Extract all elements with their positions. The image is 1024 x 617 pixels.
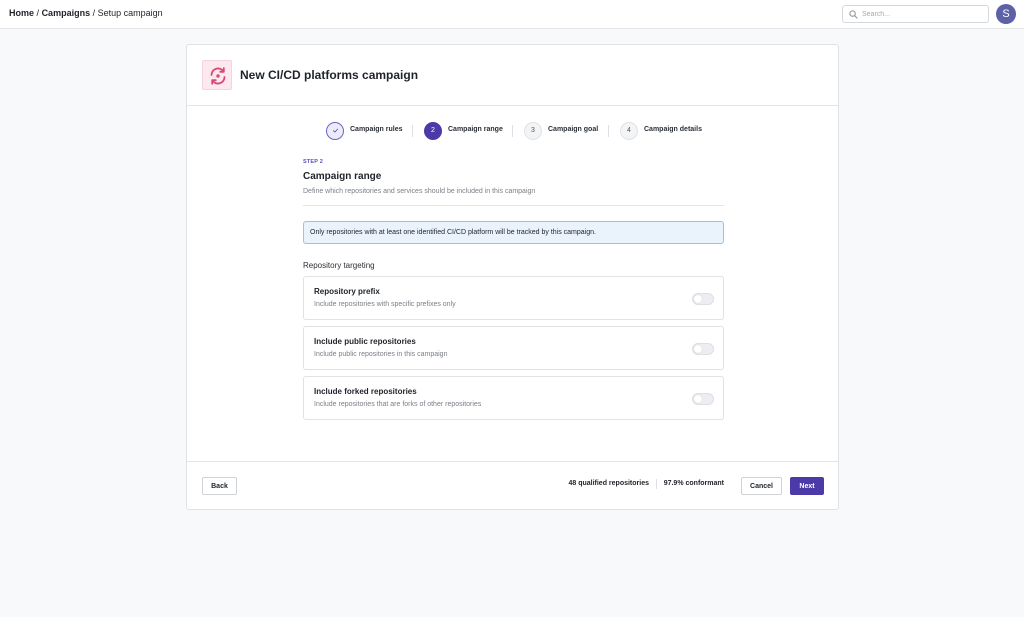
toggle-knob <box>694 295 702 303</box>
step-indicator <box>326 122 344 140</box>
repository-prefix-toggle[interactable] <box>692 293 714 305</box>
option-public-repositories: Include public repositories Include publ… <box>303 326 724 370</box>
cancel-button[interactable]: Cancel <box>741 477 782 495</box>
step-label: Campaign goal <box>548 126 599 133</box>
search-icon <box>849 10 858 19</box>
toggle-knob <box>694 395 702 403</box>
breadcrumb-campaigns[interactable]: Campaigns <box>42 8 91 18</box>
step-separator <box>512 125 513 137</box>
option-title: Include public repositories <box>314 337 416 346</box>
search-input[interactable] <box>862 7 982 21</box>
option-title: Include forked repositories <box>314 387 417 396</box>
step-indicator: 3 <box>524 122 542 140</box>
option-description: Include repositories that are forks of o… <box>314 401 482 408</box>
breadcrumb-home[interactable]: Home <box>9 8 34 18</box>
campaign-logo <box>202 60 232 90</box>
divider <box>303 205 724 206</box>
step-label: Campaign details <box>644 126 702 133</box>
breadcrumb-current: Setup campaign <box>97 8 163 18</box>
step-indicator: 4 <box>620 122 638 140</box>
breadcrumb: Home / Campaigns / Setup campaign <box>9 8 163 18</box>
next-button[interactable]: Next <box>790 477 824 495</box>
option-description: Include repositories with specific prefi… <box>314 301 456 308</box>
page-title: New CI/CD platforms campaign <box>240 68 419 82</box>
info-banner-text: Only repositories with at least one iden… <box>310 229 596 236</box>
campaign-card: New CI/CD platforms campaign Campaign ru… <box>186 44 839 510</box>
info-banner: Only repositories with at least one iden… <box>303 221 724 244</box>
targeting-label: Repository targeting <box>303 261 375 270</box>
stepper: Campaign rules 2 Campaign range 3 Campai… <box>187 121 838 141</box>
step-label: Campaign range <box>448 126 503 133</box>
back-button[interactable]: Back <box>202 477 237 495</box>
check-icon <box>332 128 338 133</box>
search-box[interactable] <box>842 5 989 23</box>
card-footer: Back Cancel Next <box>187 461 838 509</box>
step-tag: STEP 2 <box>303 159 324 165</box>
public-repositories-toggle[interactable] <box>692 343 714 355</box>
option-forked-repositories: Include forked repositories Include repo… <box>303 376 724 420</box>
step-separator <box>608 125 609 137</box>
section-description: Define which repositories and services s… <box>303 188 536 195</box>
toggle-knob <box>694 345 702 353</box>
step-separator <box>412 125 413 137</box>
option-description: Include public repositories in this camp… <box>314 351 448 358</box>
forked-repositories-toggle[interactable] <box>692 393 714 405</box>
option-repository-prefix: Repository prefix Include repositories w… <box>303 276 724 320</box>
step-label: Campaign rules <box>350 126 403 133</box>
top-bar: Home / Campaigns / Setup campaign S <box>0 0 1024 29</box>
option-title: Repository prefix <box>314 287 380 296</box>
breadcrumb-separator: / <box>92 8 96 18</box>
sync-icon <box>210 67 226 85</box>
section-title: Campaign range <box>303 171 382 182</box>
card-header: New CI/CD platforms campaign <box>187 45 838 106</box>
step-indicator: 2 <box>424 122 442 140</box>
avatar[interactable]: S <box>996 4 1016 24</box>
breadcrumb-separator: / <box>36 8 40 18</box>
